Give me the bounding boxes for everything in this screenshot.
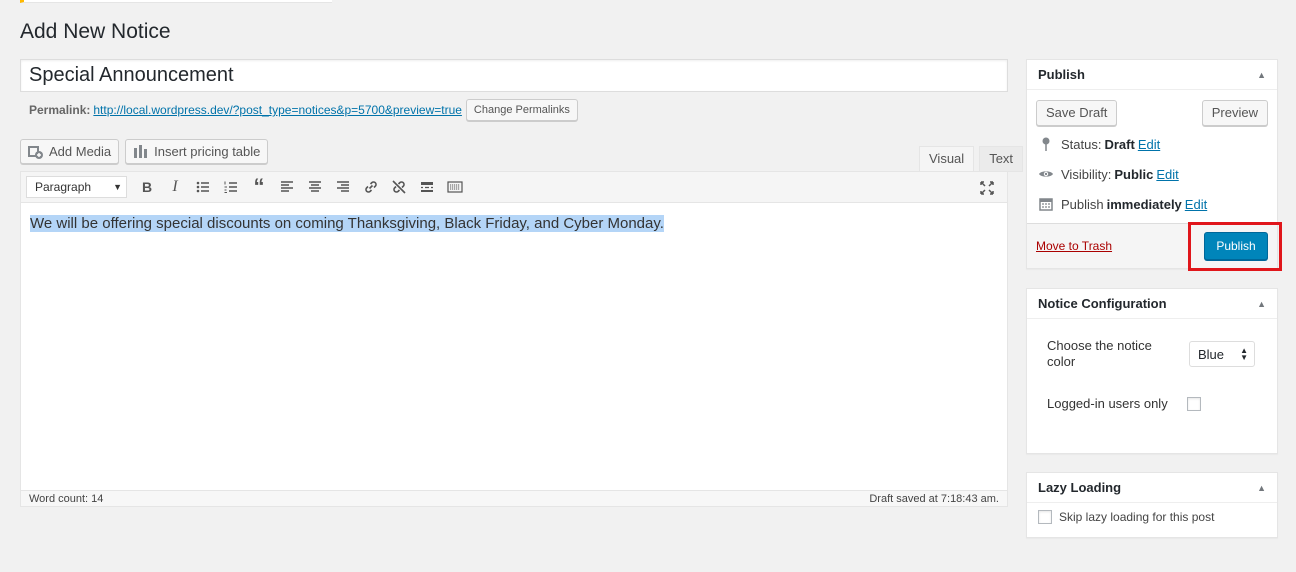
page-title: Add New Notice [20, 20, 171, 43]
move-to-trash-link[interactable]: Move to Trash [1036, 239, 1112, 253]
pin-icon [1037, 137, 1055, 151]
skip-lazy-checkbox[interactable] [1038, 510, 1052, 524]
bold-icon[interactable]: B [133, 175, 161, 199]
add-media-icon [28, 145, 43, 159]
notice-configuration-header[interactable]: Notice Configuration ▲ [1027, 289, 1277, 319]
permalink-label: Permalink: [29, 103, 91, 117]
publish-date-label: Publish [1061, 196, 1104, 212]
bullet-list-icon[interactable] [189, 175, 217, 199]
insert-link-icon[interactable] [357, 175, 385, 199]
post-title-input[interactable] [20, 59, 1008, 92]
blockquote-icon[interactable]: “ [245, 175, 273, 199]
notice-color-value: Blue [1198, 346, 1225, 362]
remove-link-icon[interactable] [385, 175, 413, 199]
edit-publish-date-link[interactable]: Edit [1185, 197, 1207, 212]
status-row: Status: Draft Edit [1027, 129, 1277, 159]
edit-visibility-link[interactable]: Edit [1156, 167, 1178, 182]
skip-lazy-label: Skip lazy loading for this post [1059, 510, 1215, 524]
notice-configuration-box: Notice Configuration ▲ Choose the notice… [1026, 288, 1278, 454]
lazy-loading-box: Lazy Loading ▲ Skip lazy loading for thi… [1026, 472, 1278, 538]
visibility-value: Public [1114, 166, 1154, 182]
content-editor: Paragraph ▼ B I “ We will be offering sp… [20, 171, 1008, 507]
read-more-icon[interactable] [413, 175, 441, 199]
preview-button[interactable]: Preview [1201, 100, 1268, 126]
align-right-icon[interactable] [329, 175, 357, 199]
permalink-row: Permalink: http://local.wordpress.dev/?p… [29, 99, 578, 121]
publish-date-value: immediately [1106, 196, 1182, 212]
align-center-icon[interactable] [301, 175, 329, 199]
word-count: Word count: 14 [29, 492, 104, 505]
notice-color-row: Choose the notice color Blue ▲ ▼ [1027, 338, 1277, 370]
admin-notice-edge [20, 0, 332, 3]
media-buttons: Add Media Insert pricing table [20, 139, 269, 164]
eye-icon [1037, 169, 1055, 179]
visibility-row: Visibility: Public Edit [1027, 159, 1277, 189]
status-label: Status: [1061, 136, 1102, 152]
lazy-loading-header[interactable]: Lazy Loading ▲ [1027, 473, 1277, 503]
toolbar-toggle-icon[interactable] [441, 175, 469, 199]
editor-tabs: Visual Text [914, 146, 1024, 172]
numbered-list-icon[interactable] [217, 175, 245, 199]
publish-box-title: Publish [1038, 67, 1085, 82]
skip-lazy-row: Skip lazy loading for this post [1027, 503, 1277, 531]
chevron-down-icon: ▼ [113, 182, 122, 192]
publish-button-highlight [1188, 222, 1282, 271]
add-media-label: Add Media [49, 144, 112, 159]
format-select-value: Paragraph [35, 180, 92, 194]
notice-color-select[interactable]: Blue ▲ ▼ [1189, 341, 1255, 367]
editor-content-area[interactable]: We will be offering special discounts on… [21, 203, 1007, 490]
draft-saved-status: Draft saved at 7:18:43 am. [869, 492, 999, 505]
calendar-icon [1037, 197, 1055, 211]
insert-pricing-table-button[interactable]: Insert pricing table [125, 139, 269, 164]
align-left-icon[interactable] [273, 175, 301, 199]
notice-configuration-title: Notice Configuration [1038, 296, 1167, 311]
pricing-table-icon [134, 144, 148, 158]
publish-box-header[interactable]: Publish ▲ [1027, 60, 1277, 90]
collapse-arrow-icon[interactable]: ▲ [1257, 299, 1266, 309]
change-permalinks-button[interactable]: Change Permalinks [465, 99, 578, 121]
fullscreen-icon[interactable] [973, 176, 1001, 200]
visibility-label: Visibility: [1061, 166, 1112, 182]
status-value: Draft [1104, 136, 1135, 152]
publish-minor-actions: Save Draft Preview [1027, 90, 1277, 126]
tab-visual[interactable]: Visual [919, 146, 975, 172]
italic-icon[interactable]: I [161, 175, 189, 199]
logged-in-checkbox[interactable] [1187, 397, 1201, 411]
add-media-button[interactable]: Add Media [20, 139, 120, 164]
selected-content-text: We will be offering special discounts on… [30, 215, 664, 232]
logged-in-row: Logged-in users only [1027, 396, 1277, 412]
edit-status-link[interactable]: Edit [1138, 137, 1160, 152]
lazy-loading-title: Lazy Loading [1038, 480, 1122, 495]
notice-color-label: Choose the notice color [1047, 338, 1152, 369]
editor-status-bar: Word count: 14 Draft saved at 7:18:43 am… [21, 490, 1007, 506]
collapse-arrow-icon[interactable]: ▲ [1257, 70, 1266, 80]
save-draft-button[interactable]: Save Draft [1036, 100, 1118, 126]
publish-date-row: Publish immediately Edit [1027, 189, 1277, 219]
logged-in-label: Logged-in users only [1047, 396, 1168, 411]
format-select[interactable]: Paragraph ▼ [26, 176, 127, 198]
select-arrows-icon: ▲ ▼ [1240, 346, 1248, 362]
editor-toolbar: Paragraph ▼ B I “ [21, 172, 1007, 203]
insert-pricing-label: Insert pricing table [154, 144, 261, 159]
collapse-arrow-icon[interactable]: ▲ [1257, 483, 1266, 493]
tab-text[interactable]: Text [979, 146, 1024, 172]
permalink-link[interactable]: http://local.wordpress.dev/?post_type=no… [93, 103, 462, 117]
